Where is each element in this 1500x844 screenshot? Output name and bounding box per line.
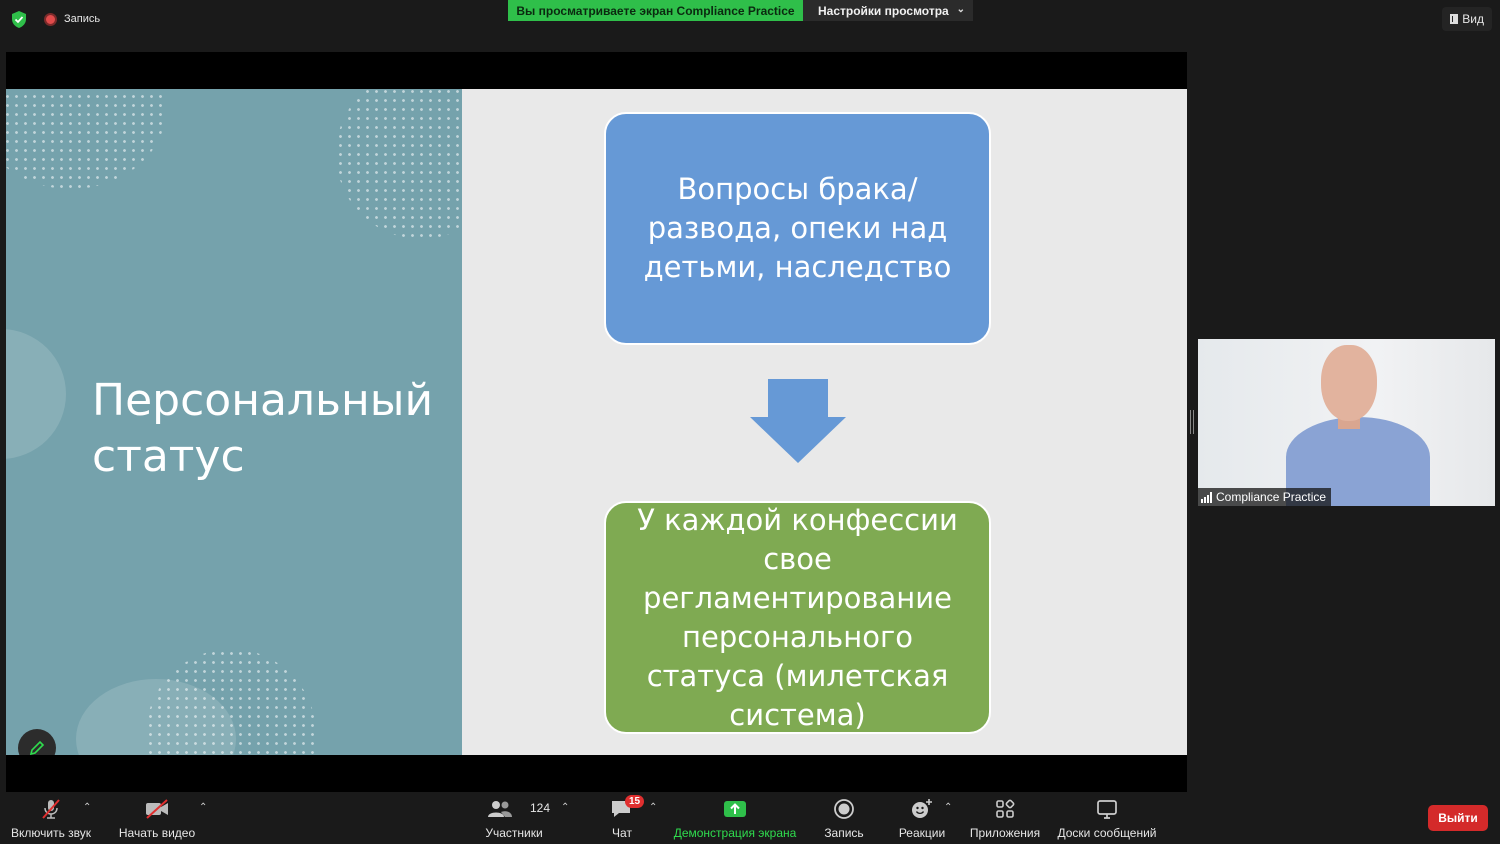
smiley-plus-icon bbox=[912, 799, 932, 818]
slide-title-line: статус bbox=[92, 431, 245, 482]
chat-unread-badge: 15 bbox=[625, 795, 645, 808]
whiteboards-button[interactable]: Доски сообщений bbox=[1056, 792, 1158, 844]
record-button[interactable]: Запись bbox=[822, 792, 866, 844]
shared-screen[interactable]: Персональный статус Вопросы брака/развод… bbox=[6, 52, 1187, 792]
unmute-button[interactable]: Включить звук bbox=[10, 792, 92, 844]
share-screen-icon bbox=[724, 801, 746, 817]
screen-share-banner: Вы просматриваете экран Compliance Pract… bbox=[508, 0, 803, 21]
apps-button[interactable]: Приложения bbox=[968, 792, 1042, 844]
slide-title-line: Персональный bbox=[92, 375, 434, 426]
microphone-muted-icon bbox=[42, 799, 60, 819]
decorative-shape bbox=[6, 329, 66, 459]
slide-title-panel: Персональный статус bbox=[6, 89, 462, 755]
reactions-label: Реакции bbox=[898, 826, 946, 840]
start-video-label: Начать видео bbox=[118, 826, 196, 840]
participants-label: Участники bbox=[485, 826, 543, 840]
view-layout-icon bbox=[1450, 14, 1459, 24]
video-options-caret[interactable]: ⌃ bbox=[199, 802, 207, 813]
chat-label: Чат bbox=[612, 826, 632, 840]
record-label: Запись bbox=[824, 826, 864, 840]
apps-label: Приложения bbox=[969, 826, 1041, 840]
participant-name: Compliance Practice bbox=[1216, 490, 1327, 504]
top-bar: Запись Вы просматриваете экран Complianc… bbox=[0, 0, 1500, 40]
start-video-button[interactable]: Начать видео bbox=[118, 792, 196, 844]
audio-options-caret[interactable]: ⌃ bbox=[83, 802, 91, 813]
view-button[interactable]: Вид bbox=[1442, 7, 1492, 31]
meeting-controls-bar: Включить звук ⌃ Начать видео ⌃ Участники… bbox=[0, 792, 1500, 844]
leave-meeting-button[interactable]: Выйти bbox=[1428, 805, 1488, 831]
unmute-label: Включить звук bbox=[10, 826, 92, 840]
whiteboards-label: Доски сообщений bbox=[1057, 826, 1157, 840]
recording-label: Запись bbox=[64, 13, 101, 25]
panel-resize-handle[interactable] bbox=[1190, 410, 1194, 434]
pencil-icon bbox=[29, 740, 45, 755]
view-button-label: Вид bbox=[1462, 12, 1484, 26]
participant-video[interactable]: Compliance Practice bbox=[1198, 339, 1495, 506]
recording-indicator-icon bbox=[44, 13, 57, 26]
apps-grid-icon bbox=[996, 799, 1015, 818]
decorative-dots bbox=[336, 89, 462, 239]
decorative-dots bbox=[6, 89, 166, 189]
zoom-meeting-window: Запись Вы просматриваете экран Complianc… bbox=[0, 0, 1500, 844]
participant-figure bbox=[1321, 345, 1377, 421]
participants-button[interactable]: Участники bbox=[484, 792, 544, 844]
whiteboard-icon bbox=[1097, 800, 1117, 819]
participants-count: 124 bbox=[530, 801, 551, 815]
slide-box-bottom: У каждой конфессии свое регламентировани… bbox=[604, 501, 991, 734]
view-settings-dropdown[interactable]: Настройки просмотра ⌄ bbox=[803, 0, 973, 21]
presentation-slide: Персональный статус Вопросы брака/развод… bbox=[6, 89, 1187, 755]
share-screen-label: Демонстрация экрана bbox=[673, 826, 797, 840]
down-arrow-icon bbox=[750, 379, 846, 463]
reactions-button[interactable]: Реакции bbox=[896, 792, 948, 844]
chevron-down-icon: ⌄ bbox=[956, 4, 965, 15]
view-settings-label: Настройки просмотра bbox=[818, 3, 949, 18]
record-icon bbox=[834, 799, 854, 819]
participant-name-label: Compliance Practice bbox=[1198, 488, 1332, 506]
participants-options-caret[interactable]: ⌃ bbox=[561, 802, 569, 813]
reactions-options-caret[interactable]: ⌃ bbox=[944, 802, 952, 813]
signal-strength-icon bbox=[1201, 491, 1212, 503]
chat-options-caret[interactable]: ⌃ bbox=[649, 802, 657, 813]
share-screen-button[interactable]: Демонстрация экрана bbox=[672, 792, 798, 844]
camera-off-icon bbox=[146, 799, 168, 819]
slide-title: Персональный статус bbox=[92, 373, 433, 485]
chat-button[interactable]: Чат 15 bbox=[604, 792, 645, 844]
participants-icon bbox=[488, 801, 512, 817]
slide-box-top: Вопросы брака/развода, опеки над детьми,… bbox=[604, 112, 991, 345]
security-shield-icon[interactable] bbox=[11, 11, 27, 28]
